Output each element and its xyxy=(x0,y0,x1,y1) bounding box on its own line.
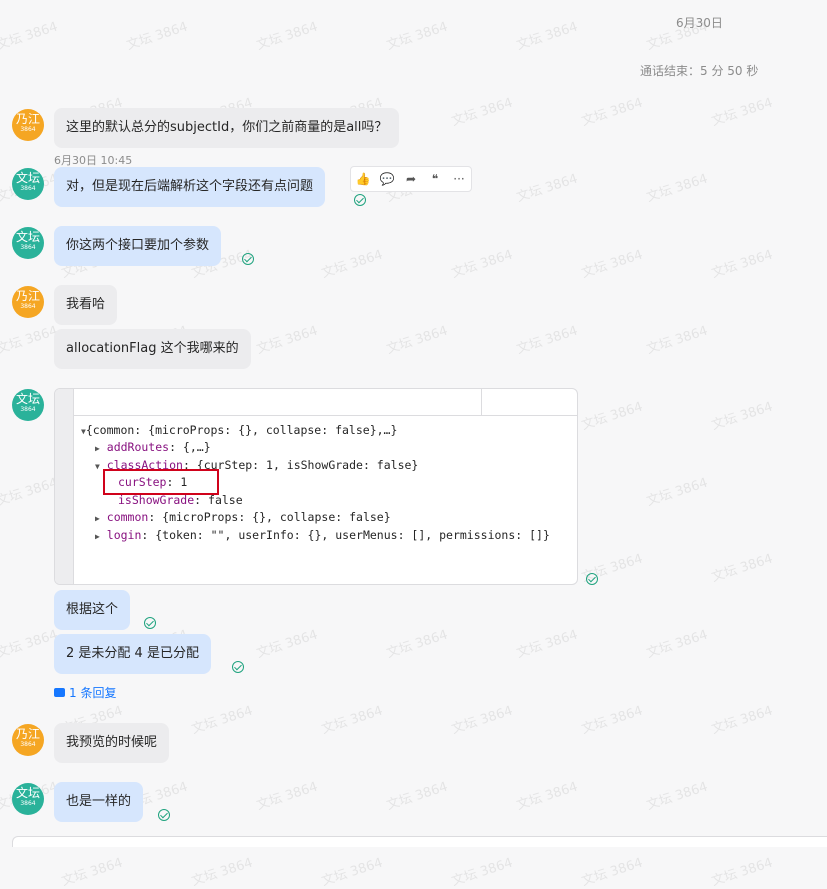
read-check-icon xyxy=(158,809,170,821)
watermark: 文坛 3864 xyxy=(189,703,255,738)
code-line: ▼{common: {microProps: {}, collapse: fal… xyxy=(81,423,398,437)
watermark: 文坛 3864 xyxy=(0,475,60,510)
code-line: ▶ login: {token: "", userInfo: {}, userM… xyxy=(95,528,550,542)
watermark: 文坛 3864 xyxy=(514,171,580,206)
more-icon[interactable]: ··· xyxy=(450,170,468,188)
message-bubble[interactable]: 我看哈 xyxy=(54,285,118,325)
watermark: 文坛 3864 xyxy=(319,703,385,738)
forward-icon[interactable]: ➦ xyxy=(402,170,420,188)
thread-reply-link[interactable]: 1 条回复 xyxy=(54,684,116,701)
watermark: 文坛 3864 xyxy=(449,95,515,130)
watermark: 文坛 3864 xyxy=(709,95,775,130)
thumbs-up-icon[interactable]: 👍 xyxy=(354,170,372,188)
watermark: 文坛 3864 xyxy=(254,627,320,662)
watermark: 文坛 3864 xyxy=(254,779,320,814)
message-toolbar: 👍 💬 ➦ ❝ ··· xyxy=(350,166,472,192)
watermark: 文坛 3864 xyxy=(709,703,775,738)
call-ended-notice: 通话结束：5 分 50 秒 xyxy=(640,64,759,78)
avatar[interactable]: 文坛 3864 xyxy=(12,227,44,259)
quote-icon[interactable]: ❝ xyxy=(426,170,444,188)
watermark: 文坛 3864 xyxy=(319,855,385,889)
read-check-icon xyxy=(354,194,366,206)
watermark: 文坛 3864 xyxy=(384,779,450,814)
read-check-icon xyxy=(242,253,254,265)
avatar[interactable]: 乃江 3864 xyxy=(12,109,44,141)
watermark: 文坛 3864 xyxy=(579,95,645,130)
code-line: ▶ common: {microProps: {}, collapse: fal… xyxy=(95,510,391,524)
watermark: 文坛 3864 xyxy=(579,247,645,282)
watermark: 文坛 3864 xyxy=(254,323,320,358)
watermark: 文坛 3864 xyxy=(644,779,710,814)
watermark: 文坛 3864 xyxy=(0,19,60,54)
watermark: 文坛 3864 xyxy=(384,627,450,662)
watermark: 文坛 3864 xyxy=(709,399,775,434)
avatar[interactable]: 文坛 3864 xyxy=(12,783,44,815)
watermark: 文坛 3864 xyxy=(579,399,645,434)
read-check-icon xyxy=(144,617,156,629)
watermark: 文坛 3864 xyxy=(319,247,385,282)
watermark: 文坛 3864 xyxy=(449,247,515,282)
message-timestamp: 6月30日 10:45 xyxy=(54,154,133,167)
watermark: 文坛 3864 xyxy=(644,323,710,358)
message-bubble[interactable]: 你这两个接口要加个参数 xyxy=(54,226,222,266)
watermark: 文坛 3864 xyxy=(0,627,60,662)
watermark: 文坛 3864 xyxy=(384,19,450,54)
watermark: 文坛 3864 xyxy=(514,323,580,358)
avatar[interactable]: 乃江 3864 xyxy=(12,286,44,318)
watermark: 文坛 3864 xyxy=(254,19,320,54)
message-bubble[interactable]: 2 是未分配 4 是已分配 xyxy=(54,634,211,674)
avatar[interactable]: 文坛 3864 xyxy=(12,168,44,200)
watermark: 文坛 3864 xyxy=(189,855,255,889)
watermark: 文坛 3864 xyxy=(449,855,515,889)
message-bubble[interactable]: 这里的默认总分的subjectId，你们之前商量的是all吗？ xyxy=(54,108,400,148)
watermark: 文坛 3864 xyxy=(709,855,775,889)
watermark: 文坛 3864 xyxy=(0,323,60,358)
divider xyxy=(481,389,482,415)
watermark: 文坛 3864 xyxy=(709,247,775,282)
message-bubble[interactable]: 我预览的时候呢 xyxy=(54,723,170,763)
watermark: 文坛 3864 xyxy=(384,323,450,358)
read-check-icon xyxy=(232,661,244,673)
watermark: 文坛 3864 xyxy=(579,855,645,889)
watermark: 文坛 3864 xyxy=(644,627,710,662)
watermark: 文坛 3864 xyxy=(644,171,710,206)
watermark: 文坛 3864 xyxy=(449,703,515,738)
avatar[interactable]: 乃江 3864 xyxy=(12,724,44,756)
message-bubble[interactable]: 根据这个 xyxy=(54,590,131,630)
comment-icon xyxy=(54,688,65,697)
highlight-box xyxy=(103,469,219,495)
watermark: 文坛 3864 xyxy=(514,627,580,662)
avatar[interactable]: 文坛 3864 xyxy=(12,389,44,421)
message-bubble[interactable]: 也是一样的 xyxy=(54,782,144,822)
read-check-icon xyxy=(586,573,598,585)
devtools-gutter xyxy=(55,389,74,584)
watermark: 文坛 3864 xyxy=(514,19,580,54)
watermark: 文坛 3864 xyxy=(709,551,775,586)
message-bubble[interactable]: 对，但是现在后端解析这个字段还有点问题 xyxy=(54,167,326,207)
comment-icon[interactable]: 💬 xyxy=(378,170,396,188)
watermark: 文坛 3864 xyxy=(59,855,125,889)
code-line: ▶ addRoutes: {,…} xyxy=(95,440,211,454)
watermark: 文坛 3864 xyxy=(124,19,190,54)
watermark: 文坛 3864 xyxy=(514,779,580,814)
date-divider: 6月30日 xyxy=(676,16,723,30)
message-bubble[interactable]: allocationFlag 这个我哪来的 xyxy=(54,329,251,369)
watermark: 文坛 3864 xyxy=(579,703,645,738)
devtools-header xyxy=(55,389,577,416)
watermark: 文坛 3864 xyxy=(644,475,710,510)
